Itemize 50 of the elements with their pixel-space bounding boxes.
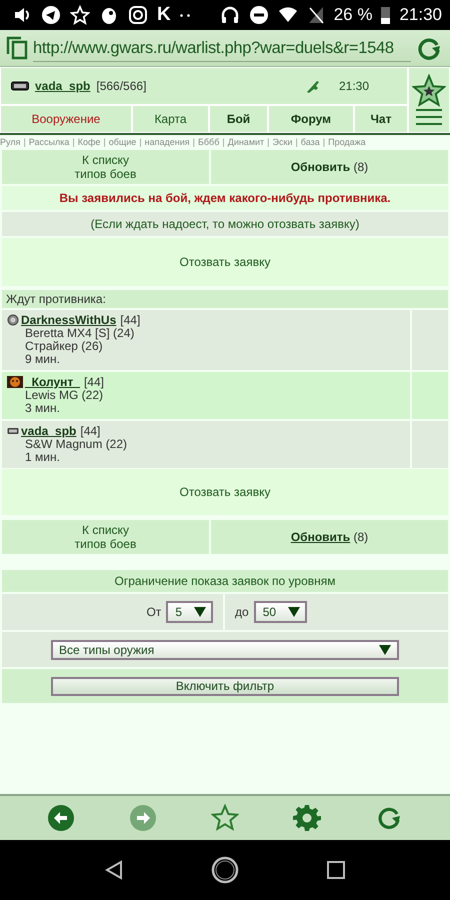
- link-separator: |: [222, 137, 225, 147]
- section-title: Ждут противника:: [2, 290, 448, 308]
- from-label: От: [146, 605, 162, 619]
- link-separator: |: [267, 137, 270, 147]
- quick-link[interactable]: Эски: [272, 137, 292, 147]
- app-letter: K: [157, 4, 171, 26]
- from-select[interactable]: 5: [166, 601, 213, 623]
- quick-link[interactable]: база: [300, 137, 320, 147]
- player-level: [44]: [80, 424, 100, 438]
- quick-link[interactable]: Продажа: [328, 137, 366, 147]
- weapon-text: Lewis MG (22): [25, 389, 104, 402]
- link-separator: |: [72, 137, 75, 147]
- withdraw-link[interactable]: Отозвать заявку: [2, 238, 448, 286]
- username-link[interactable]: vada_spb: [35, 79, 90, 93]
- weapon-text: Beretta MX4 [S] (24): [24, 327, 134, 340]
- player-link[interactable]: vada_spb: [21, 424, 76, 438]
- refresh-link[interactable]: Обновить (8): [290, 160, 368, 174]
- weapon-text: Страйкер (26): [24, 340, 103, 353]
- link-separator: |: [322, 137, 326, 147]
- wait-time: 3 мин.: [24, 402, 61, 415]
- weapon-type-select[interactable]: Все типы оружия: [51, 640, 399, 660]
- link-separator: |: [23, 137, 26, 147]
- link-separator: |: [295, 137, 298, 147]
- hp-text: [566/566]: [96, 79, 146, 93]
- clock: 21:30: [399, 5, 442, 25]
- player-link[interactable]: _Колунт_: [25, 375, 80, 389]
- nav-tab[interactable]: Карта: [132, 105, 209, 133]
- nav-tab[interactable]: Форум: [268, 105, 354, 133]
- filter-title: Ограничение показа заявок по уровням: [2, 570, 448, 592]
- link-separator: |: [139, 137, 142, 147]
- weapon-text: S&W Magnum (22): [25, 438, 128, 451]
- refresh-link[interactable]: Обновить (8): [290, 530, 368, 544]
- player-level: [44]: [120, 313, 140, 327]
- status-message: Вы заявились на бой, ждем какого-нибудь противника.: [2, 186, 448, 210]
- withdraw-link[interactable]: Отозвать заявку: [2, 469, 448, 515]
- hint-text: (Если ждать надоест, то можно отозвать заявку): [2, 212, 448, 236]
- nav-tab[interactable]: Чат: [354, 105, 408, 133]
- player-link[interactable]: DarknessWithUs: [21, 313, 116, 327]
- header-time: 21:30: [338, 79, 369, 93]
- battery-level: 26 %: [334, 5, 372, 25]
- player-level: [44]: [84, 375, 104, 389]
- to-label: до: [235, 605, 249, 619]
- nav-tab[interactable]: Вооружение: [0, 105, 132, 133]
- apply-filter-button[interactable]: Включить фильтр: [51, 676, 399, 696]
- wait-time: 1 мин.: [24, 451, 60, 464]
- link-separator: |: [192, 137, 195, 147]
- to-select[interactable]: 50: [254, 601, 308, 623]
- link-separator: |: [103, 137, 106, 147]
- wait-time: 9 мин.: [24, 353, 60, 366]
- nav-tab[interactable]: Бой: [209, 105, 268, 133]
